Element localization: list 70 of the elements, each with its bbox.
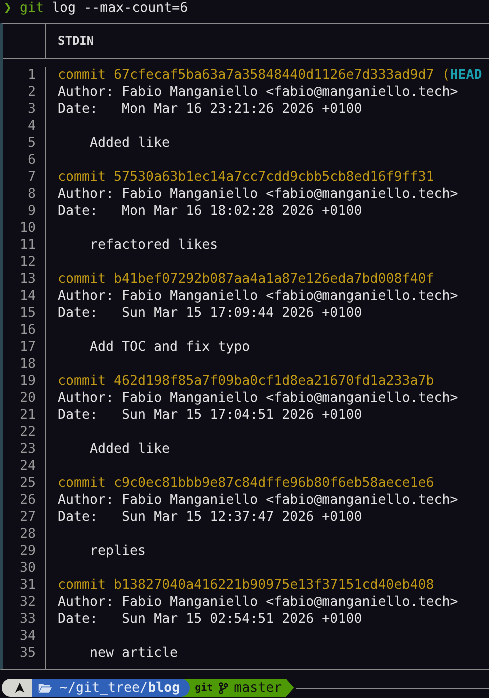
command-name: git	[20, 0, 44, 17]
author-line: Author: Fabio Manganiello <fabio@manganiello.tech>	[58, 84, 458, 101]
line-number: 13	[20, 271, 36, 288]
line-number: 7	[28, 169, 36, 186]
folder-icon	[38, 682, 52, 694]
arch-logo-icon	[14, 682, 26, 694]
line-number: 10	[20, 220, 36, 237]
line-number: 3	[28, 101, 36, 118]
commit-line: commit c9c0ec81bbb9e87c84dffe96b80f6eb58aece1e6	[58, 475, 434, 492]
author-line: Author: Fabio Manganiello <fabio@manganiello.tech>	[58, 594, 458, 611]
line-number: 20	[20, 390, 36, 407]
line-number: 9	[28, 203, 36, 220]
commit-message: Add TOC and fix typo	[90, 339, 250, 356]
line-number: 5	[28, 135, 36, 152]
date-line: Date: Sun Mar 15 17:09:44 2026 +0100	[58, 305, 362, 322]
line-number: 26	[20, 492, 36, 509]
line-number: 24	[20, 458, 36, 475]
commit-line: commit 462d198f85a7f09ba0cf1d8ea21670fd1a233a7b	[58, 373, 434, 390]
commit-line: commit b41bef07292b087aa4a1a87e126eda7bd008f40f	[58, 271, 434, 288]
date-line: Date: Mon Mar 16 18:02:28 2026 +0100	[58, 203, 362, 220]
line-number: 6	[28, 152, 36, 169]
author-line: Author: Fabio Manganiello <fabio@manganiello.tech>	[58, 288, 458, 305]
line-number: 23	[20, 441, 36, 458]
line-number: 22	[20, 424, 36, 441]
commit-message: replies	[90, 543, 146, 560]
commit-line: commit 67cfecaf5ba63a7a35848440d1126e7d333ad9d7 (	[58, 67, 450, 84]
commit-line: commit b13827040a416221b90975e13f37151cd40eb408	[58, 577, 434, 594]
line-number: 33	[20, 611, 36, 628]
line-number: 12	[20, 254, 36, 271]
command-arguments: log --max-count=6	[52, 0, 188, 17]
line-number: 25	[20, 475, 36, 492]
branch-icon	[219, 682, 228, 694]
file-header: STDIN	[57, 34, 94, 48]
line-number: 28	[20, 526, 36, 543]
date-line: Date: Mon Mar 16 23:21:26 2026 +0100	[58, 101, 362, 118]
line-number: 31	[20, 577, 36, 594]
line-number: 4	[28, 118, 36, 135]
commit-line: commit 57530a63b1ec14a7cc7cdd9cbb5cb8ed16f9ff31	[58, 169, 434, 186]
line-number: 16	[20, 322, 36, 339]
prompt-symbol: ❯	[4, 0, 12, 17]
author-line: Author: Fabio Manganiello <fabio@manganiello.tech>	[58, 390, 458, 407]
line-number: 35	[20, 645, 36, 663]
branch-name: master	[234, 680, 282, 696]
ref-label: HEAD	[450, 67, 482, 84]
line-number: 29	[20, 543, 36, 560]
date-line: Date: Sun Mar 15 02:54:51 2026 +0100	[58, 611, 362, 628]
author-line: Author: Fabio Manganiello <fabio@manganiello.tech>	[58, 186, 458, 203]
author-line: Author: Fabio Manganiello <fabio@manganiello.tech>	[58, 492, 458, 509]
line-number: 32	[20, 594, 36, 611]
line-number: 1	[28, 67, 36, 84]
line-number: 14	[20, 288, 36, 305]
commit-message: new article	[90, 645, 178, 663]
vcs-label: git	[195, 682, 214, 694]
directory-path: ~/git_tree/blog	[60, 680, 180, 696]
line-number: 18	[20, 356, 36, 373]
line-number: 21	[20, 407, 36, 424]
line-number: 15	[20, 305, 36, 322]
date-line: Date: Sun Mar 15 17:04:51 2026 +0100	[58, 407, 362, 424]
commit-message: refactored likes	[90, 237, 218, 254]
line-number: 27	[20, 509, 36, 526]
line-number: 11	[20, 237, 36, 254]
line-number: 17	[20, 339, 36, 356]
date-line: Date: Sun Mar 15 12:37:47 2026 +0100	[58, 509, 362, 526]
commit-message: Added like	[90, 441, 170, 458]
commit-message: Added like	[90, 135, 170, 152]
line-number: 19	[20, 373, 36, 390]
line-number: 34	[20, 628, 36, 645]
line-number: 8	[28, 186, 36, 203]
line-number: 2	[28, 84, 36, 101]
line-number: 30	[20, 560, 36, 577]
